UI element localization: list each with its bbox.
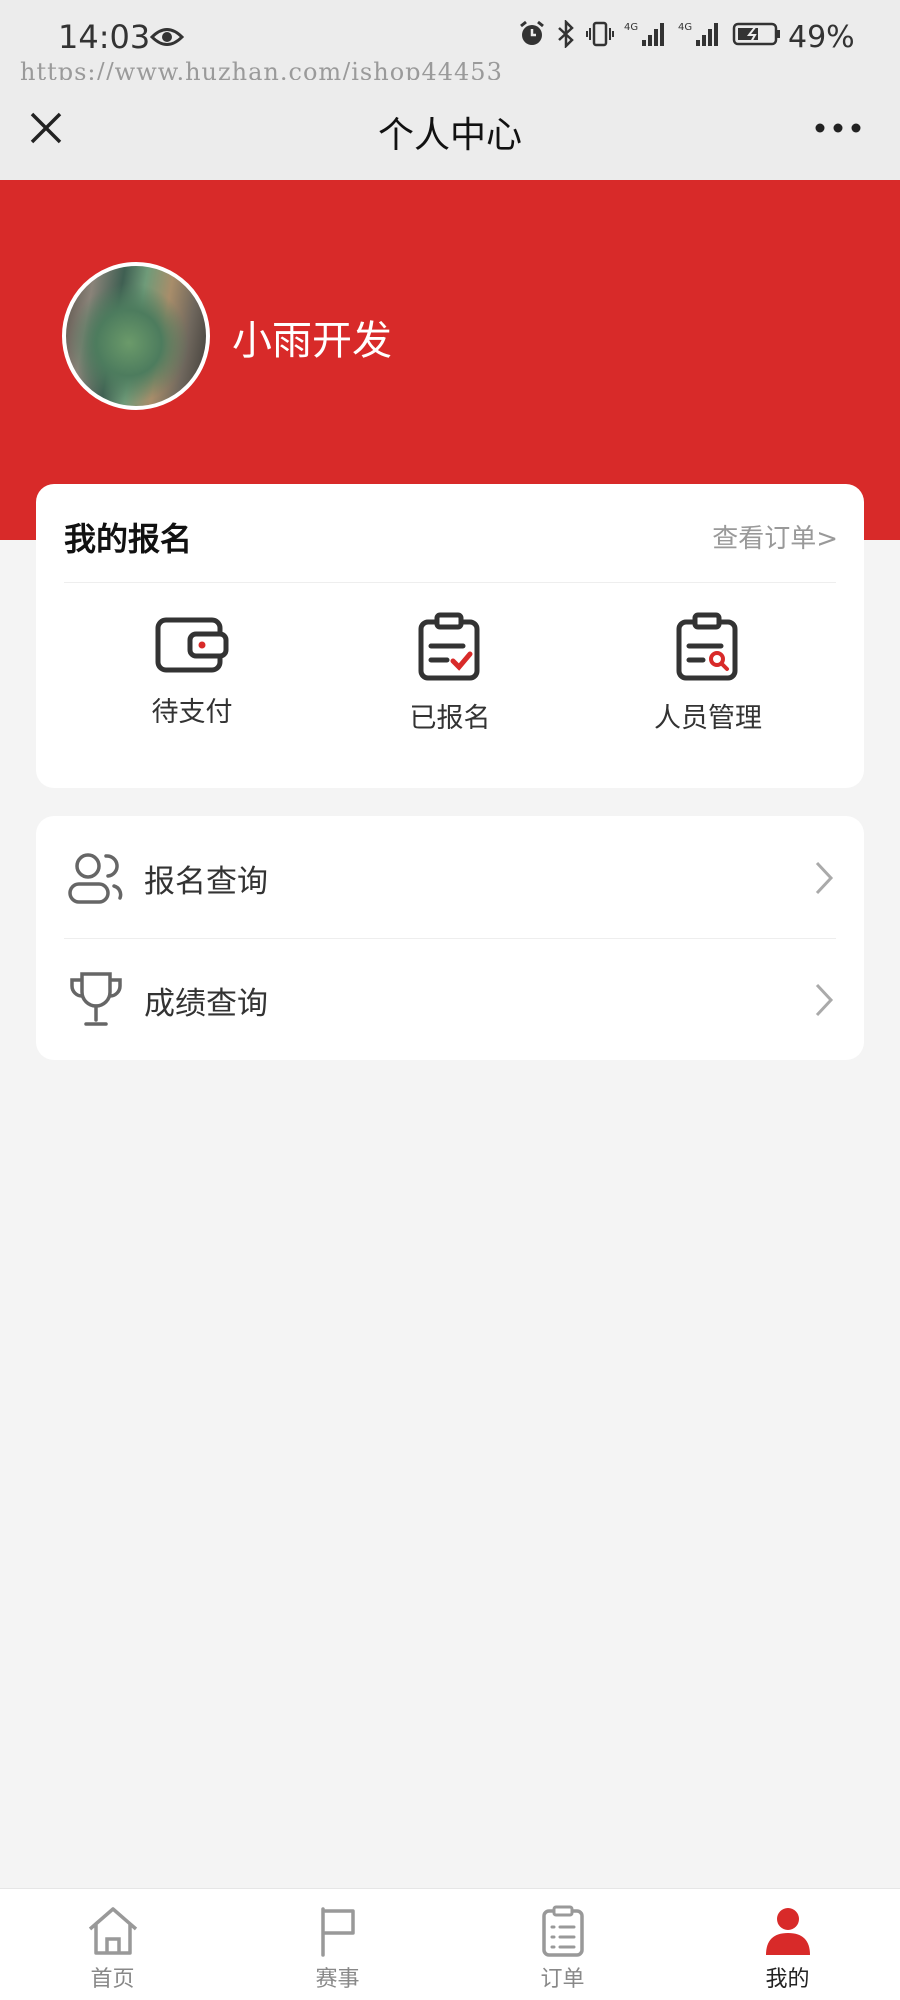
clipboard-search-icon [608,612,808,682]
nav-bar: 个人中心 [0,80,900,180]
page-title: 个人中心 [377,115,522,156]
chevron-right-icon [814,860,834,900]
tab-events[interactable]: 赛事 [225,1889,450,2000]
signal-4g-icon: 4G [624,20,668,52]
personnel-management-button[interactable]: 人员管理 [608,612,808,742]
menu-card: 报名查询 成绩查询 [36,816,864,1060]
score-query-label: 成绩查询 [144,986,268,1022]
registration-card: 我的报名 查看订单> 待支付 已报名 人员管理 [36,484,864,788]
status-time: 14:03 [58,18,151,56]
pending-payment-button[interactable]: 待支付 [92,612,292,742]
divider [64,582,836,583]
alarm-icon [518,20,546,52]
tab-mine[interactable]: 我的 [675,1889,900,2000]
users-icon [66,848,126,912]
tab-orders[interactable]: 订单 [450,1889,675,2000]
score-query-row[interactable]: 成绩查询 [36,938,864,1060]
status-icons: 4G 4G [518,18,782,52]
clipboard-check-icon [350,612,550,682]
username: 小雨开发 [232,318,392,364]
avatar[interactable] [62,262,210,410]
pending-payment-label: 待支付 [151,697,233,728]
status-bar: 14:03 4G 4G 49% https://www.huzhan.com/i… [0,0,900,86]
list-icon [450,1905,675,1957]
personnel-management-label: 人员管理 [654,703,762,734]
trophy-icon [66,970,126,1034]
tab-orders-label: 订单 [540,1967,585,1992]
tab-mine-label: 我的 [765,1967,810,1992]
home-icon [0,1905,225,1957]
eye-icon [149,26,185,52]
flag-icon [225,1905,450,1957]
svg-text:4G: 4G [624,22,638,33]
bluetooth-icon [556,18,576,52]
registered-button[interactable]: 已报名 [350,612,550,742]
svg-text:4G: 4G [678,22,692,33]
tab-bar: 首页 赛事 订单 我的 [0,1888,900,2000]
more-icon[interactable] [810,116,866,140]
battery-icon [732,20,782,52]
tab-events-label: 赛事 [315,1967,360,1992]
wallet-icon [92,612,292,676]
tab-home[interactable]: 首页 [0,1889,225,2000]
view-orders-link[interactable]: 查看订单> [712,518,838,555]
vibrate-icon [586,20,614,52]
battery-percentage: 49% [788,20,855,55]
chevron-right-icon [814,982,834,1022]
registered-label: 已报名 [409,703,491,734]
registration-title: 我的报名 [64,520,193,558]
tab-home-label: 首页 [90,1967,135,1992]
registration-query-label: 报名查询 [144,864,268,900]
signal-4g-icon-2: 4G [678,20,722,52]
user-icon [675,1905,900,1957]
registration-query-row[interactable]: 报名查询 [36,816,864,938]
